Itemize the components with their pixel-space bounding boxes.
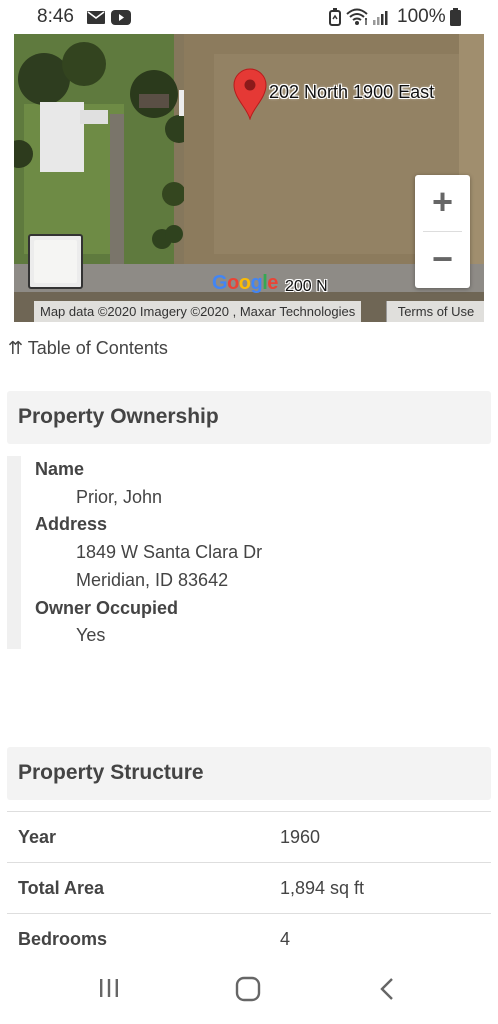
- owner-occupied-label: Owner Occupied: [35, 598, 179, 618]
- road-label: 200 N: [285, 278, 328, 295]
- property-structure-header: Property Structure: [7, 747, 491, 800]
- owner-occupied-value: Yes: [76, 625, 106, 645]
- signal-icon: [373, 11, 388, 25]
- row-value: 4: [280, 929, 291, 949]
- property-ownership-header: Property Ownership: [7, 391, 491, 444]
- map-type-thumbnail: [34, 240, 77, 283]
- section-title: Property Ownership: [18, 405, 219, 428]
- table-row: Total Area 1,894 sq ft: [7, 862, 491, 914]
- table-row: Year 1960: [7, 811, 491, 863]
- address-line-1: 1849 W Santa Clara Dr: [76, 542, 263, 562]
- map-type-toggle[interactable]: [28, 234, 83, 289]
- recent-apps-icon[interactable]: [97, 976, 121, 1000]
- map-view[interactable]: 202 North 1900 East + − Google 200 N Map…: [14, 34, 484, 322]
- row-value: 1960: [280, 827, 321, 847]
- wifi-icon: [346, 8, 368, 25]
- home-icon[interactable]: [235, 976, 261, 1002]
- location-pin-icon[interactable]: [232, 68, 268, 120]
- minus-icon: −: [431, 238, 454, 279]
- map-attribution-bar: Map data ©2020 Imagery ©2020 , Maxar Tec…: [14, 301, 484, 322]
- zoom-in-button[interactable]: +: [415, 175, 470, 231]
- battery-icon: [450, 8, 461, 26]
- status-bar: 8:46 100%: [0, 0, 498, 34]
- back-icon[interactable]: [377, 976, 397, 1002]
- plus-icon: +: [431, 181, 454, 222]
- map-data-attribution: Map data ©2020 Imagery ©2020 , Maxar Tec…: [34, 301, 362, 322]
- row-label: Bedrooms: [18, 929, 108, 949]
- terms-of-use-link[interactable]: Terms of Use: [386, 301, 484, 322]
- recycle-icon: [329, 8, 341, 26]
- mail-icon: [87, 11, 105, 24]
- navigation-bar: [0, 958, 498, 1024]
- status-time: 8:46: [37, 6, 74, 27]
- address-line-2: Meridian, ID 83642: [76, 570, 229, 590]
- address-label: Address: [35, 514, 108, 534]
- row-label: Total Area: [18, 878, 105, 898]
- zoom-out-button[interactable]: −: [415, 232, 470, 288]
- owner-name: Prior, John: [76, 487, 163, 507]
- row-label: Year: [18, 827, 57, 847]
- row-value: 1,894 sq ft: [280, 878, 365, 898]
- google-logo: Google: [212, 272, 278, 294]
- section-title: Property Structure: [18, 761, 204, 784]
- ownership-details: Name Prior, John Address 1849 W Santa Cl…: [7, 456, 487, 649]
- name-label: Name: [35, 459, 85, 479]
- table-of-contents-link[interactable]: ⇈ Table of Contents: [8, 338, 168, 359]
- youtube-icon: [111, 10, 131, 25]
- pin-label: 202 North 1900 East: [269, 82, 435, 102]
- battery-percentage: 100%: [397, 6, 446, 27]
- zoom-controls: + −: [415, 175, 470, 288]
